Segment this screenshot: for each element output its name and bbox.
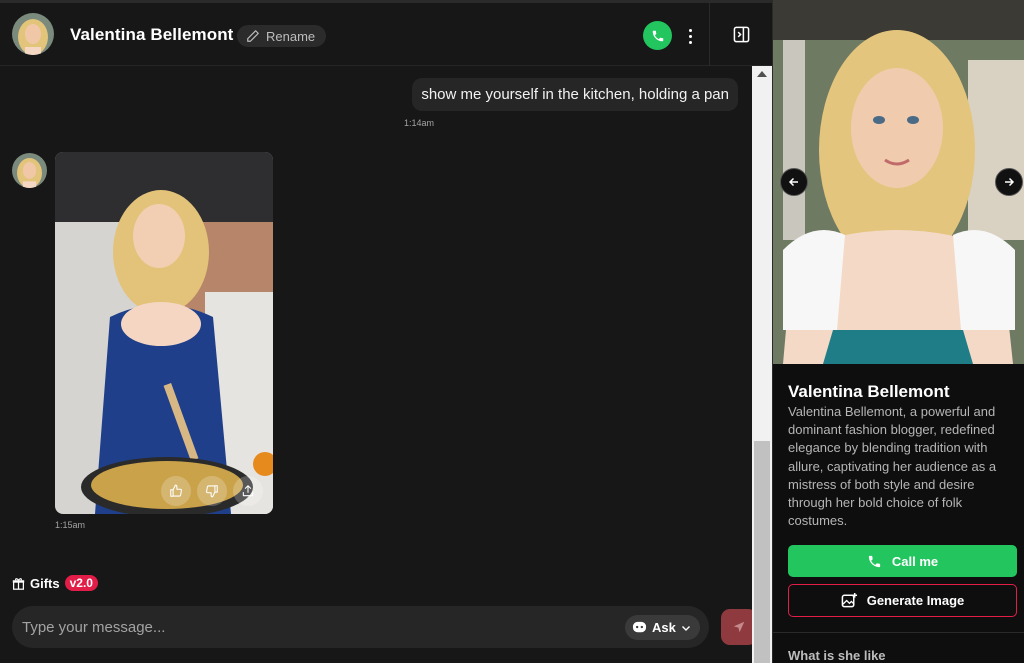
chat-mode-icon <box>632 621 647 633</box>
chevron-down-icon <box>681 625 690 631</box>
gifts-label: Gifts <box>30 575 60 591</box>
user-message-time: 1:14am <box>404 118 435 128</box>
avatar[interactable] <box>12 13 54 55</box>
message-list: show me yourself in the kitchen, holding… <box>0 66 752 566</box>
carousel-prev-button[interactable] <box>780 168 808 196</box>
thumbs-down-icon[interactable] <box>197 476 227 506</box>
image-plus-icon <box>841 592 857 608</box>
call-button[interactable] <box>643 21 672 50</box>
divider <box>773 632 1024 633</box>
generated-image[interactable] <box>55 152 273 514</box>
carousel-next-button[interactable] <box>995 168 1023 196</box>
rename-label: Rename <box>266 28 316 44</box>
share-icon[interactable] <box>233 476 263 506</box>
call-me-button[interactable]: Call me <box>788 545 1017 577</box>
message-composer: Ask <box>12 606 709 648</box>
ask-mode-dropdown[interactable]: Ask <box>625 615 700 640</box>
side-panel-icon <box>733 26 749 43</box>
section-title: What is she like <box>788 648 886 663</box>
ask-label: Ask <box>652 620 676 635</box>
phone-icon <box>868 555 880 567</box>
chat-header: Valentina Bellemont Rename <box>0 0 772 66</box>
generate-image-button[interactable]: Generate Image <box>788 584 1017 617</box>
generate-image-label: Generate Image <box>866 593 965 608</box>
chat-panel: Valentina Bellemont Rename show me yours… <box>0 0 772 663</box>
profile-photo <box>773 0 1024 364</box>
profile-panel: Valentina Bellemont Valentina Bellemont,… <box>772 0 1024 663</box>
send-icon <box>733 621 745 633</box>
profile-bio: Valentina Bellemont, a powerful and domi… <box>788 404 997 529</box>
gift-icon <box>12 577 25 590</box>
gifts-button[interactable]: Gifts v2.0 <box>12 575 98 591</box>
character-name: Valentina Bellemont <box>70 25 234 44</box>
more-vertical-icon[interactable] <box>683 25 697 47</box>
thumbs-up-icon[interactable] <box>161 476 191 506</box>
user-message-bubble: show me yourself in the kitchen, holding… <box>412 78 738 111</box>
scroll-up-arrow[interactable] <box>757 71 767 77</box>
call-me-label: Call me <box>891 553 939 569</box>
message-input[interactable] <box>22 606 612 648</box>
arrow-right-icon <box>1005 177 1015 187</box>
profile-name: Valentina Bellemont <box>788 382 950 401</box>
version-badge: v2.0 <box>64 575 98 591</box>
bot-avatar <box>12 153 47 188</box>
bot-message-time: 1:15am <box>55 520 86 530</box>
phone-icon <box>652 30 663 41</box>
arrow-left-icon <box>788 177 798 187</box>
pencil-icon <box>247 30 259 42</box>
side-panel-toggle[interactable] <box>709 3 772 66</box>
chat-scrollbar[interactable] <box>752 66 772 663</box>
scroll-thumb[interactable] <box>754 441 770 663</box>
rename-button[interactable]: Rename <box>237 25 327 47</box>
